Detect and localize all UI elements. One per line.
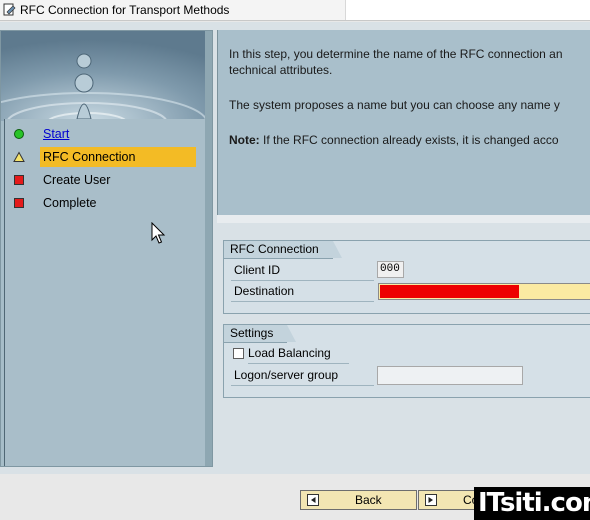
document-edit-icon [3,3,16,16]
back-arrow-icon [307,494,319,506]
continue-arrow-icon [425,494,437,506]
yellow-triangle-icon [13,151,25,162]
step-start-link[interactable]: Start [43,127,69,141]
logon-group-field[interactable] [377,366,523,385]
step-list: Start RFC Connection Create User Complet… [4,119,205,466]
note-text: If the RFC connection already exists, it… [259,133,559,147]
step-rfc-connection-label: RFC Connection [43,150,136,164]
mouse-pointer-icon [151,222,166,244]
client-id-label: Client ID [231,261,374,281]
client-id-field[interactable]: 000 [377,261,404,278]
info-panel: In this step, you determine the name of … [217,30,590,215]
destination-label: Destination [231,282,374,302]
titlebar-blank-area [345,0,590,20]
green-circle-icon [14,129,24,139]
step-complete[interactable]: Complete [13,193,203,213]
info-line-2: technical attributes. [229,63,333,77]
watermark: ITsiti.com [474,487,590,520]
load-balancing-checkbox[interactable] [233,348,244,359]
load-balancing-label[interactable]: Load Balancing [248,344,349,364]
settings-group-title: Settings [224,325,297,343]
window-titlebar: RFC Connection for Transport Methods [0,0,590,21]
panel-separator [217,215,590,223]
info-line-3: The system proposes a name but you can c… [229,98,560,112]
destination-field[interactable] [378,283,590,300]
logon-group-label: Logon/server group [231,366,374,386]
red-square-icon [14,175,24,185]
back-button-label: Back [355,493,382,507]
window-title: RFC Connection for Transport Methods [20,3,230,17]
destination-redacted-value [380,285,519,298]
back-button[interactable]: Back [300,490,417,510]
client-id-value: 000 [380,263,400,275]
info-line-1: In this step, you determine the name of … [229,47,563,61]
info-note: Note: If the RFC connection already exis… [229,133,559,147]
note-label: Note: [229,133,260,147]
red-square-icon [14,198,24,208]
settings-group: Settings Load Balancing Logon/server gro… [223,324,590,398]
rfc-connection-group-title: RFC Connection [224,241,342,259]
navigator-edge [205,31,212,466]
step-start[interactable]: Start [13,124,203,144]
step-create-user-label: Create User [43,173,111,187]
rfc-connection-group: RFC Connection Client ID 000 Destination [223,240,590,314]
step-navigator: Start RFC Connection Create User Complet… [0,30,213,467]
water-drop-image [1,31,212,121]
step-complete-label: Complete [43,196,97,210]
step-create-user[interactable]: Create User [13,170,203,190]
step-rfc-connection[interactable]: RFC Connection [13,147,203,167]
